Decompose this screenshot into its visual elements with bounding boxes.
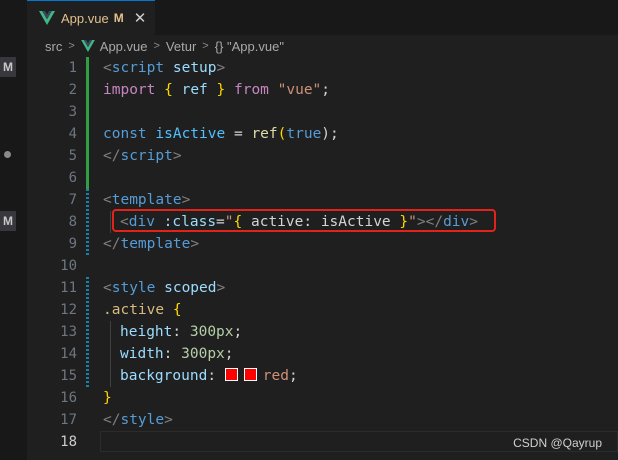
line-number-current: 18 bbox=[60, 434, 77, 450]
code-line: </script> bbox=[103, 148, 182, 164]
unsaved-dot-icon bbox=[4, 151, 11, 158]
tab-app-vue[interactable]: App.vue M ✕ bbox=[27, 0, 155, 35]
code-line: .active { bbox=[103, 302, 182, 318]
line-number: 7 bbox=[68, 192, 77, 208]
git-modified-marker bbox=[86, 277, 89, 387]
breadcrumb-item-vetur[interactable]: Vetur bbox=[166, 39, 196, 54]
color-swatch[interactable] bbox=[224, 368, 238, 381]
chevron-right-icon: > bbox=[68, 40, 75, 52]
code-line: height: 300px; bbox=[120, 324, 243, 340]
explorer-edge: M M bbox=[0, 0, 27, 460]
line-number: 12 bbox=[60, 302, 77, 318]
code-line: <script setup> bbox=[103, 60, 226, 76]
breadcrumb-item-symbol[interactable]: {} "App.vue" bbox=[215, 39, 284, 54]
line-number: 8 bbox=[68, 214, 77, 230]
line-number: 13 bbox=[60, 324, 77, 340]
line-number: 4 bbox=[68, 126, 77, 142]
git-modified-marker bbox=[86, 189, 89, 255]
vue-icon bbox=[39, 11, 55, 25]
code-line: </template> bbox=[103, 236, 200, 252]
modified-badge: M bbox=[0, 57, 16, 77]
line-number: 15 bbox=[60, 368, 77, 384]
code-line: width: 300px; bbox=[120, 346, 234, 362]
modified-badge: M bbox=[0, 211, 16, 231]
editor-tab-bar: App.vue M ✕ bbox=[27, 0, 618, 35]
line-number: 9 bbox=[68, 236, 77, 252]
line-number: 16 bbox=[60, 390, 77, 406]
code-line: </style> bbox=[103, 412, 173, 428]
line-number: 5 bbox=[68, 148, 77, 164]
line-number: 14 bbox=[60, 346, 77, 362]
code-line: } bbox=[103, 390, 112, 406]
annotation-highlight-box bbox=[112, 209, 496, 232]
tab-filename: App.vue bbox=[61, 10, 109, 26]
indent-guide bbox=[110, 321, 111, 387]
line-number: 17 bbox=[60, 412, 77, 428]
chevron-right-icon: > bbox=[202, 40, 209, 52]
line-number: 10 bbox=[60, 258, 77, 274]
line-number: 3 bbox=[68, 104, 77, 120]
breadcrumb-item-file[interactable]: App.vue bbox=[100, 39, 148, 54]
breadcrumb: src > App.vue > Vetur > {} "App.vue" bbox=[27, 35, 618, 57]
indent-guide bbox=[110, 211, 111, 233]
chevron-right-icon: > bbox=[153, 40, 160, 52]
breadcrumb-item-src[interactable]: src bbox=[45, 39, 62, 54]
code-line: <style scoped> bbox=[103, 280, 226, 296]
line-number: 2 bbox=[68, 82, 77, 98]
git-added-marker bbox=[86, 57, 89, 189]
code-line: background: red; bbox=[120, 368, 298, 384]
code-line: import { ref } from "vue"; bbox=[103, 82, 331, 98]
line-number: 6 bbox=[68, 170, 77, 186]
tab-modified-indicator: M bbox=[113, 11, 124, 25]
watermark: CSDN @Qayrup bbox=[513, 436, 602, 450]
vue-icon bbox=[80, 40, 95, 52]
close-icon[interactable]: ✕ bbox=[134, 11, 147, 26]
line-number: 11 bbox=[60, 280, 77, 296]
code-line: const isActive = ref(true); bbox=[103, 126, 339, 142]
line-number: 1 bbox=[68, 60, 77, 76]
color-swatch[interactable] bbox=[243, 368, 257, 381]
code-line: <template> bbox=[103, 192, 191, 208]
